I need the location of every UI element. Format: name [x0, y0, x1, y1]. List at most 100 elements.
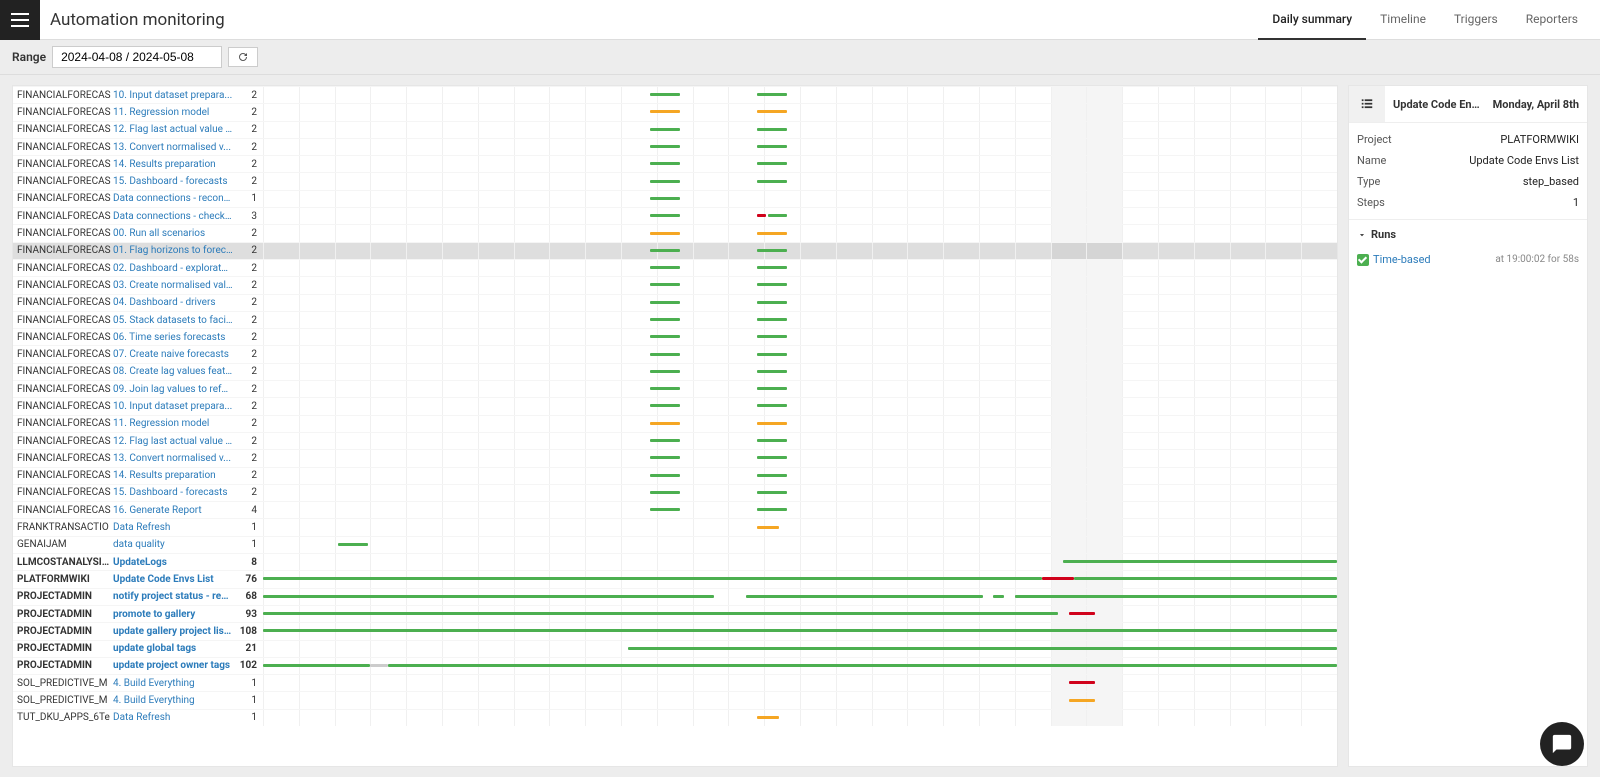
row-scenario-link[interactable]: 12. Flag last actual value ... — [113, 124, 233, 135]
gantt-bar[interactable] — [1063, 560, 1337, 563]
gantt-bar[interactable] — [757, 422, 787, 425]
gantt-row[interactable]: SOL_PREDICTIVE_M4. Build Everything1 — [13, 691, 1337, 708]
gantt-bar[interactable] — [650, 249, 680, 252]
gantt-bar[interactable] — [263, 577, 1042, 580]
gantt-row[interactable]: FINANCIALFORECAS16. Generate Report4 — [13, 501, 1337, 518]
gantt-bar[interactable] — [628, 647, 1337, 650]
gantt-row[interactable]: FINANCIALFORECASData connections - check… — [13, 207, 1337, 224]
row-scenario-link[interactable]: 11. Regression model — [113, 418, 233, 429]
gantt-row[interactable]: FINANCIALFORECAS12. Flag last actual val… — [13, 121, 1337, 138]
gantt-bar[interactable] — [650, 335, 680, 338]
gantt-row[interactable]: TUT_DKU_APPS_6TeData Refresh1 — [13, 709, 1337, 726]
gantt-bar[interactable] — [650, 439, 680, 442]
tab-reporters[interactable]: Reporters — [1512, 0, 1592, 40]
row-scenario-link[interactable]: 10. Input dataset prepara... — [113, 90, 233, 101]
gantt-row[interactable]: FINANCIALFORECAS11. Regression model2 — [13, 103, 1337, 120]
gantt-bar[interactable] — [650, 456, 680, 459]
row-scenario-link[interactable]: 4. Build Everything — [113, 678, 233, 689]
gantt-bar[interactable] — [650, 422, 680, 425]
row-scenario-link[interactable]: 05. Stack datasets to facili... — [113, 315, 233, 326]
gantt-bar[interactable] — [757, 318, 787, 321]
row-scenario-link[interactable]: 09. Join lag values to refe... — [113, 384, 233, 395]
row-scenario-link[interactable]: 06. Time series forecasts — [113, 332, 233, 343]
gantt-row[interactable]: FINANCIALFORECAS04. Dashboard - drivers2 — [13, 294, 1337, 311]
row-scenario-link[interactable]: update project owner tags — [113, 660, 233, 671]
row-scenario-link[interactable]: 14. Results preparation — [113, 159, 233, 170]
gantt-bar[interactable] — [650, 387, 680, 390]
gantt-row[interactable]: FINANCIALFORECAS15. Dashboard - forecast… — [13, 484, 1337, 501]
range-input[interactable] — [52, 46, 222, 68]
gantt-bar[interactable] — [650, 318, 680, 321]
row-scenario-link[interactable]: 13. Convert normalised v... — [113, 453, 233, 464]
gantt-row[interactable]: FINANCIALFORECAS15. Dashboard - forecast… — [13, 172, 1337, 189]
row-scenario-link[interactable]: 12. Flag last actual value ... — [113, 436, 233, 447]
row-scenario-link[interactable]: Data connections - reconf... — [113, 193, 233, 204]
tab-triggers[interactable]: Triggers — [1440, 0, 1512, 40]
run-row[interactable]: Time-basedat 19:00:02 for 58s — [1349, 249, 1587, 270]
gantt-bar[interactable] — [650, 301, 680, 304]
gantt-bar[interactable] — [757, 335, 787, 338]
gantt-row[interactable]: FINANCIALFORECAS09. Join lag values to r… — [13, 380, 1337, 397]
row-scenario-link[interactable]: 15. Dashboard - forecasts — [113, 176, 233, 187]
gantt-bar[interactable] — [757, 93, 787, 96]
gantt-row[interactable]: FINANCIALFORECAS01. Flag horizons to for… — [13, 242, 1337, 259]
gantt-bar[interactable] — [757, 387, 787, 390]
row-scenario-link[interactable]: 14. Results preparation — [113, 470, 233, 481]
reload-button[interactable] — [228, 47, 258, 67]
row-scenario-link[interactable]: 08. Create lag values feat... — [113, 366, 233, 377]
gantt-bar[interactable] — [757, 162, 787, 165]
row-scenario-link[interactable]: 00. Run all scenarios — [113, 228, 233, 239]
gantt-row[interactable]: FINANCIALFORECAS14. Results preparation2 — [13, 467, 1337, 484]
gantt-row[interactable]: GENAIJAMdata quality1 — [13, 536, 1337, 553]
gantt-bar[interactable] — [388, 664, 1337, 667]
gantt-bar[interactable] — [650, 162, 680, 165]
gantt-bar[interactable] — [650, 110, 680, 113]
menu-toggle[interactable] — [0, 0, 40, 40]
gantt-row[interactable]: PROJECTADMINnotify project status - revi… — [13, 588, 1337, 605]
gantt-bar[interactable] — [757, 180, 787, 183]
gantt-row[interactable]: FRANKTRANSACTIOData Refresh1 — [13, 518, 1337, 535]
row-scenario-link[interactable]: promote to gallery — [113, 609, 233, 620]
gantt-bar[interactable] — [757, 249, 787, 252]
row-scenario-link[interactable]: Update Code Envs List — [113, 574, 233, 585]
row-scenario-link[interactable]: 03. Create normalised val... — [113, 280, 233, 291]
gantt-bar[interactable] — [650, 214, 680, 217]
gantt-bar[interactable] — [650, 180, 680, 183]
gantt-bar[interactable] — [1069, 612, 1096, 615]
row-scenario-link[interactable]: notify project status - revi... — [113, 591, 233, 602]
gantt-row[interactable]: FINANCIALFORECAS12. Flag last actual val… — [13, 432, 1337, 449]
gantt-bar[interactable] — [993, 595, 1004, 598]
gantt-row[interactable]: FINANCIALFORECAS03. Create normalised va… — [13, 276, 1337, 293]
row-scenario-link[interactable]: 16. Generate Report — [113, 505, 233, 516]
gantt-bar[interactable] — [768, 214, 787, 217]
gantt-row[interactable]: PROJECTADMINupdate gallery project list.… — [13, 622, 1337, 639]
gantt-bar[interactable] — [757, 716, 778, 719]
gantt-bar[interactable] — [650, 128, 680, 131]
gantt-row[interactable]: FINANCIALFORECAS08. Create lag values fe… — [13, 363, 1337, 380]
row-scenario-link[interactable]: 4. Build Everything — [113, 695, 233, 706]
gantt-bar[interactable] — [650, 491, 680, 494]
row-scenario-link[interactable]: 10. Input dataset prepara... — [113, 401, 233, 412]
gantt-row[interactable]: FINANCIALFORECAS10. Input dataset prepar… — [13, 397, 1337, 414]
row-scenario-link[interactable]: data quality — [113, 539, 233, 550]
run-link[interactable]: Time-based — [1373, 253, 1491, 266]
gantt-row[interactable]: LLMCOSTANALYSISWUpdateLogs8 — [13, 553, 1337, 570]
gantt-bar[interactable] — [263, 664, 370, 667]
gantt-bar[interactable] — [757, 353, 787, 356]
row-scenario-link[interactable]: Data connections - check ... — [113, 211, 233, 222]
tab-timeline[interactable]: Timeline — [1366, 0, 1440, 40]
tab-daily-summary[interactable]: Daily summary — [1258, 0, 1366, 40]
row-scenario-link[interactable]: 11. Regression model — [113, 107, 233, 118]
gantt-row[interactable]: SOL_PREDICTIVE_M4. Build Everything1 — [13, 674, 1337, 691]
gantt-bar[interactable] — [757, 370, 787, 373]
gantt-bar[interactable] — [650, 266, 680, 269]
row-scenario-link[interactable]: 13. Convert normalised v... — [113, 142, 233, 153]
gantt-row[interactable]: FINANCIALFORECAS13. Convert normalised v… — [13, 138, 1337, 155]
gantt-bar[interactable] — [370, 664, 387, 667]
gantt-bar[interactable] — [650, 197, 680, 200]
gantt-row[interactable]: FINANCIALFORECAS10. Input dataset prepar… — [13, 86, 1337, 103]
gantt-bar[interactable] — [757, 266, 787, 269]
gantt-row[interactable]: FINANCIALFORECAS02. Dashboard - explorat… — [13, 259, 1337, 276]
gantt-bar[interactable] — [338, 543, 368, 546]
row-scenario-link[interactable]: Data Refresh — [113, 712, 233, 723]
